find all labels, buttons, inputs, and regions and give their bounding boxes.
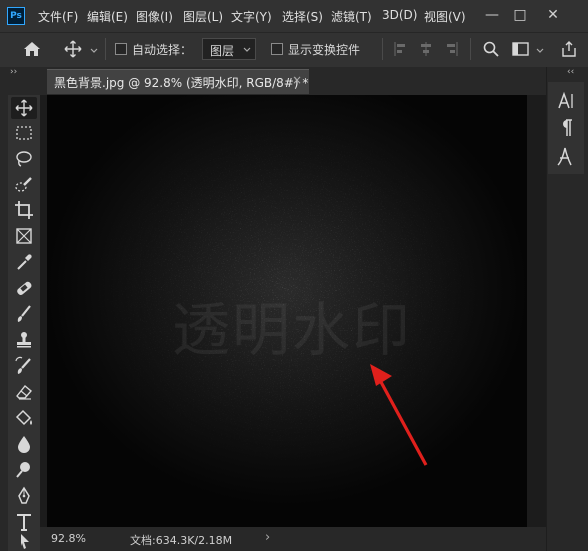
blur-tool-icon[interactable] bbox=[12, 432, 36, 456]
paragraph-panel-icon[interactable] bbox=[558, 118, 574, 138]
menu-layer[interactable]: 图层(L) bbox=[183, 8, 223, 25]
dodge-tool-icon[interactable] bbox=[12, 458, 36, 482]
lasso-tool-icon[interactable] bbox=[12, 147, 36, 171]
auto-select-label: 自动选择： bbox=[132, 43, 193, 57]
home-icon[interactable] bbox=[22, 40, 42, 58]
align-left-icon[interactable] bbox=[394, 42, 406, 56]
glyphs-panel-icon[interactable] bbox=[555, 145, 575, 167]
menu-filter[interactable]: 滤镜(T) bbox=[331, 8, 372, 25]
close-tab-icon[interactable]: × bbox=[292, 73, 302, 87]
menu-edit[interactable]: 编辑(E) bbox=[87, 8, 128, 25]
eyedropper-tool-icon[interactable] bbox=[12, 250, 36, 274]
divider bbox=[382, 38, 383, 60]
auto-select-checkbox[interactable] bbox=[115, 43, 127, 55]
collapse-toolbar-icon[interactable]: ›› bbox=[10, 67, 17, 77]
align-center-icon[interactable] bbox=[420, 42, 432, 56]
document-tab-title: 黑色背景.jpg @ 92.8% (透明水印, RGB/8#) * bbox=[54, 76, 309, 90]
menu-image[interactable]: 图像(I) bbox=[136, 8, 173, 25]
healing-brush-tool-icon[interactable] bbox=[12, 276, 36, 300]
dropdown-value: 图层 bbox=[210, 44, 235, 58]
menu-file[interactable]: 文件(F) bbox=[38, 8, 78, 25]
chevron-down-icon[interactable] bbox=[90, 44, 98, 53]
auto-select-target-dropdown[interactable]: 图层 bbox=[202, 38, 256, 60]
clone-stamp-tool-icon[interactable] bbox=[12, 328, 36, 352]
marquee-tool-icon[interactable] bbox=[12, 121, 36, 145]
show-transform-checkbox[interactable] bbox=[271, 43, 283, 55]
document-info: 文档:634.3K/2.18M bbox=[130, 534, 233, 547]
close-button[interactable]: ✕ bbox=[540, 3, 566, 27]
maximize-button[interactable]: □ bbox=[507, 3, 533, 27]
share-icon[interactable] bbox=[560, 40, 578, 58]
search-icon[interactable] bbox=[482, 40, 500, 58]
menu-3d[interactable]: 3D(D) bbox=[382, 8, 417, 22]
history-brush-tool-icon[interactable] bbox=[12, 354, 36, 378]
minimize-button[interactable]: — bbox=[479, 3, 505, 27]
menu-type[interactable]: 文字(Y) bbox=[231, 8, 272, 25]
red-arrow-icon bbox=[370, 364, 428, 466]
divider bbox=[470, 38, 471, 60]
workspace-icon[interactable] bbox=[512, 41, 530, 57]
chevron-down-icon bbox=[243, 47, 251, 52]
collapse-panels-icon[interactable]: ‹‹ bbox=[567, 67, 574, 77]
frame-tool-icon[interactable] bbox=[12, 224, 36, 248]
brush-tool-icon[interactable] bbox=[12, 302, 36, 326]
menu-view[interactable]: 视图(V) bbox=[424, 8, 466, 25]
pen-tool-icon[interactable] bbox=[12, 484, 36, 508]
move-tool-preset-icon[interactable] bbox=[64, 40, 82, 58]
status-bar bbox=[40, 527, 546, 551]
type-tool-icon[interactable] bbox=[12, 510, 36, 534]
quick-selection-tool-icon[interactable] bbox=[12, 173, 36, 197]
document-canvas[interactable]: 透明水印 bbox=[47, 95, 527, 527]
align-right-icon[interactable] bbox=[446, 42, 458, 56]
crop-tool-icon[interactable] bbox=[12, 198, 36, 222]
document-tab[interactable]: 黑色背景.jpg @ 92.8% (透明水印, RGB/8#) * × bbox=[47, 69, 309, 94]
move-tool-icon[interactable] bbox=[12, 96, 36, 120]
photoshop-logo-icon: Ps bbox=[7, 7, 25, 25]
divider bbox=[105, 38, 106, 60]
toolbar-header bbox=[0, 67, 40, 95]
chevron-down-icon[interactable] bbox=[536, 44, 544, 53]
zoom-level[interactable]: 92.8% bbox=[51, 532, 86, 545]
path-selection-tool-icon[interactable] bbox=[12, 532, 36, 550]
show-transform-label: 显示变换控件 bbox=[288, 43, 361, 57]
menu-select[interactable]: 选择(S) bbox=[282, 8, 323, 25]
watermark-text: 透明水印 bbox=[172, 296, 413, 364]
character-panel-icon[interactable] bbox=[556, 91, 576, 111]
status-arrow-icon[interactable]: › bbox=[265, 530, 270, 545]
eraser-tool-icon[interactable] bbox=[12, 380, 36, 404]
paint-bucket-tool-icon[interactable] bbox=[12, 406, 36, 430]
